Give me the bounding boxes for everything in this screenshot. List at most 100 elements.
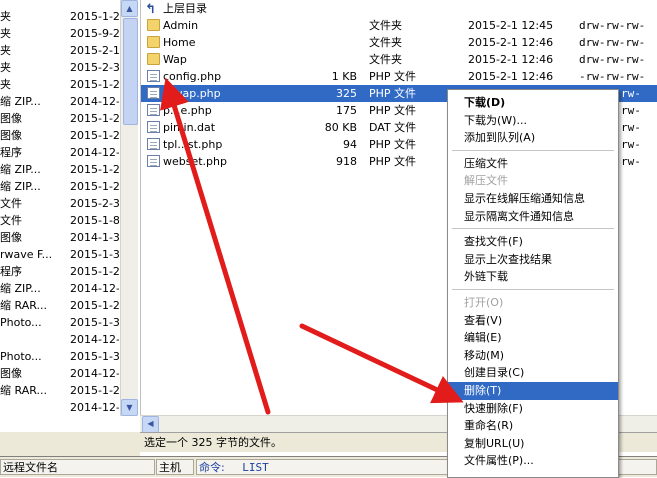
local-file-row[interactable]: 缩 ZIP... 2014-12-: [0, 280, 119, 297]
local-file-list[interactable]: 夹 2015-1-2 夹 2015-9-2 夹 2015-2-1 夹 2015-2-3 夹 201…: [0, 0, 119, 420]
local-file-row[interactable]: 夹 2015-2-1: [0, 42, 119, 59]
local-file-name: 缩 RAR...: [0, 384, 47, 397]
local-file-date: 2014-12-: [70, 401, 119, 414]
local-file-date: 2014-12-: [70, 95, 119, 108]
scroll-down-button[interactable]: ▼: [121, 399, 138, 416]
remote-file-row[interactable]: config.php 1 KB PHP 文件 2015-2-1 12:46 -rw-rw…: [141, 68, 657, 85]
context-menu-item[interactable]: 文件属性(P)...: [448, 452, 618, 470]
command-label: 命令:: [199, 461, 225, 474]
remote-file-date: 2015-2-1 12:46: [468, 70, 554, 83]
context-menu-item[interactable]: 下载为(W)...: [448, 112, 618, 130]
remote-file-permissions: rw-: [621, 87, 641, 100]
local-file-date: 2015-9-2: [70, 27, 119, 40]
local-file-name: 缩 ZIP...: [0, 163, 41, 176]
local-file-row[interactable]: 夹 2015-2-3: [0, 59, 119, 76]
remote-file-row[interactable]: Home 文件夹 2015-2-1 12:46 drw-rw-rw-: [141, 34, 657, 51]
local-file-row[interactable]: 文件 2015-1-8: [0, 212, 119, 229]
local-file-row[interactable]: 夹 2015-1-2: [0, 76, 119, 93]
local-file-row[interactable]: 缩 RAR... 2015-1-2: [0, 382, 119, 399]
file-icon: [147, 138, 160, 150]
remote-file-type: 文件夹: [369, 19, 402, 32]
remote-file-date: 2015-2-1 12:45: [468, 19, 554, 32]
local-file-row[interactable]: 夹 2015-1-2: [0, 8, 119, 25]
context-menu-item[interactable]: 查看(V): [448, 312, 618, 330]
context-menu-item[interactable]: 显示上次查找结果: [448, 251, 618, 269]
local-file-name: rwave F...: [0, 248, 53, 261]
local-file-row[interactable]: 图像 2015-1-2: [0, 110, 119, 127]
context-menu-item: 解压文件: [464, 174, 508, 188]
local-file-row[interactable]: 缩 ZIP... 2015-1-2: [0, 161, 119, 178]
local-file-date: 2015-1-3: [70, 248, 119, 261]
remote-file-size: 918: [336, 155, 357, 168]
parent-directory-row[interactable]: ↰ 上层目录: [141, 0, 657, 17]
remote-file-permissions: rw-: [621, 155, 641, 168]
local-file-row[interactable]: 缩 ZIP... 2014-12-: [0, 93, 119, 110]
remote-file-type: PHP 文件: [369, 138, 417, 151]
local-file-name: 缩 ZIP...: [0, 95, 41, 108]
local-file-row[interactable]: 2014-12-: [0, 331, 119, 348]
local-file-date: 2015-1-2: [70, 163, 119, 176]
context-menu-item[interactable]: 显示在线解压缩通知信息: [448, 190, 618, 208]
host-column[interactable]: 主机: [156, 459, 194, 475]
remote-file-permissions: drw-rw-rw-: [579, 36, 646, 49]
left-vertical-scrollbar[interactable]: ▲ ▼: [120, 0, 138, 416]
local-file-row[interactable]: 夹 2015-9-2: [0, 25, 119, 42]
remote-file-row[interactable]: Admin 文件夹 2015-2-1 12:45 drw-rw-rw-: [141, 17, 657, 34]
remote-filename-column[interactable]: 远程文件名: [0, 459, 155, 475]
scroll-thumb[interactable]: [123, 18, 138, 125]
local-file-row[interactable]: 缩 ZIP... 2015-1-2: [0, 178, 119, 195]
local-file-name: 缩 ZIP...: [0, 282, 41, 295]
context-menu-item[interactable]: 显示隔离文件通知信息: [448, 208, 618, 226]
remote-file-name: webset.php: [163, 155, 227, 168]
local-file-row[interactable]: Photo... 2015-1-3: [0, 348, 119, 365]
local-file-row[interactable]: 图像 2014-1-3: [0, 229, 119, 246]
folder-icon: [147, 19, 160, 31]
left-status-strip: [0, 432, 140, 456]
local-file-name: 图像: [0, 129, 22, 142]
local-file-row[interactable]: Photo... 2015-1-3: [0, 314, 119, 331]
remote-file-size: 1 KB: [331, 70, 357, 83]
local-file-row[interactable]: 程序 2014-12-: [0, 144, 119, 161]
local-file-date: 2015-1-3: [70, 316, 119, 329]
remote-file-permissions: rw-: [621, 138, 641, 151]
context-menu-item[interactable]: 删除(T): [448, 382, 618, 400]
remote-file-permissions: rw-: [621, 121, 641, 134]
context-menu-item[interactable]: 压缩文件: [448, 155, 618, 173]
local-file-name: 夹: [0, 61, 11, 74]
menu-separator: [452, 228, 614, 230]
context-menu-item[interactable]: 复制URL(U): [448, 435, 618, 453]
remote-file-type: DAT 文件: [369, 121, 417, 134]
scroll-up-button[interactable]: ▲: [121, 0, 138, 17]
remote-file-name: p...e.php: [163, 104, 212, 117]
context-menu-item[interactable]: 创建目录(C): [448, 364, 618, 382]
remote-file-size: 94: [343, 138, 357, 151]
context-menu-item[interactable]: 快速删除(F): [448, 400, 618, 418]
context-menu-item[interactable]: 移动(M): [448, 347, 618, 365]
local-file-row[interactable]: 图像 2015-1-2: [0, 127, 119, 144]
local-file-row[interactable]: 缩 RAR... 2015-1-2: [0, 297, 119, 314]
remote-file-type: PHP 文件: [369, 70, 417, 83]
context-menu-item[interactable]: 外链下载: [448, 268, 618, 286]
local-file-row[interactable]: rwave F... 2015-1-3: [0, 246, 119, 263]
context-menu-item[interactable]: 添加到队列(A): [448, 129, 618, 147]
remote-file-permissions: drw-rw-rw-: [579, 53, 646, 66]
local-file-name: 图像: [0, 367, 22, 380]
context-menu: 下载(D) 下载为(W)... 添加到队列(A) 压缩文件 解压文件显示在线解压缩通知信…: [447, 89, 619, 478]
local-file-date: 2014-12-: [70, 333, 119, 346]
remote-file-name: Wap: [163, 53, 187, 66]
context-menu-item[interactable]: 编辑(E): [448, 329, 618, 347]
context-menu-item[interactable]: 查找文件(F): [448, 233, 618, 251]
scroll-left-button[interactable]: ◀: [142, 416, 159, 433]
local-file-row[interactable]: 2014-12-: [0, 399, 119, 416]
menu-separator: [452, 289, 614, 290]
local-file-date: 2015-2-3: [70, 61, 119, 74]
context-menu-item[interactable]: 下载(D): [448, 94, 618, 112]
local-file-row[interactable]: 文件 2015-2-3: [0, 195, 119, 212]
local-file-row[interactable]: 程序 2015-1-2: [0, 263, 119, 280]
command-value: LIST: [242, 461, 269, 474]
context-menu-item[interactable]: 重命名(R): [448, 417, 618, 435]
remote-file-type: PHP 文件: [369, 155, 417, 168]
host-label: 主机: [159, 461, 181, 474]
remote-file-row[interactable]: Wap 文件夹 2015-2-1 12:46 drw-rw-rw-: [141, 51, 657, 68]
local-file-row[interactable]: 图像 2014-12-: [0, 365, 119, 382]
